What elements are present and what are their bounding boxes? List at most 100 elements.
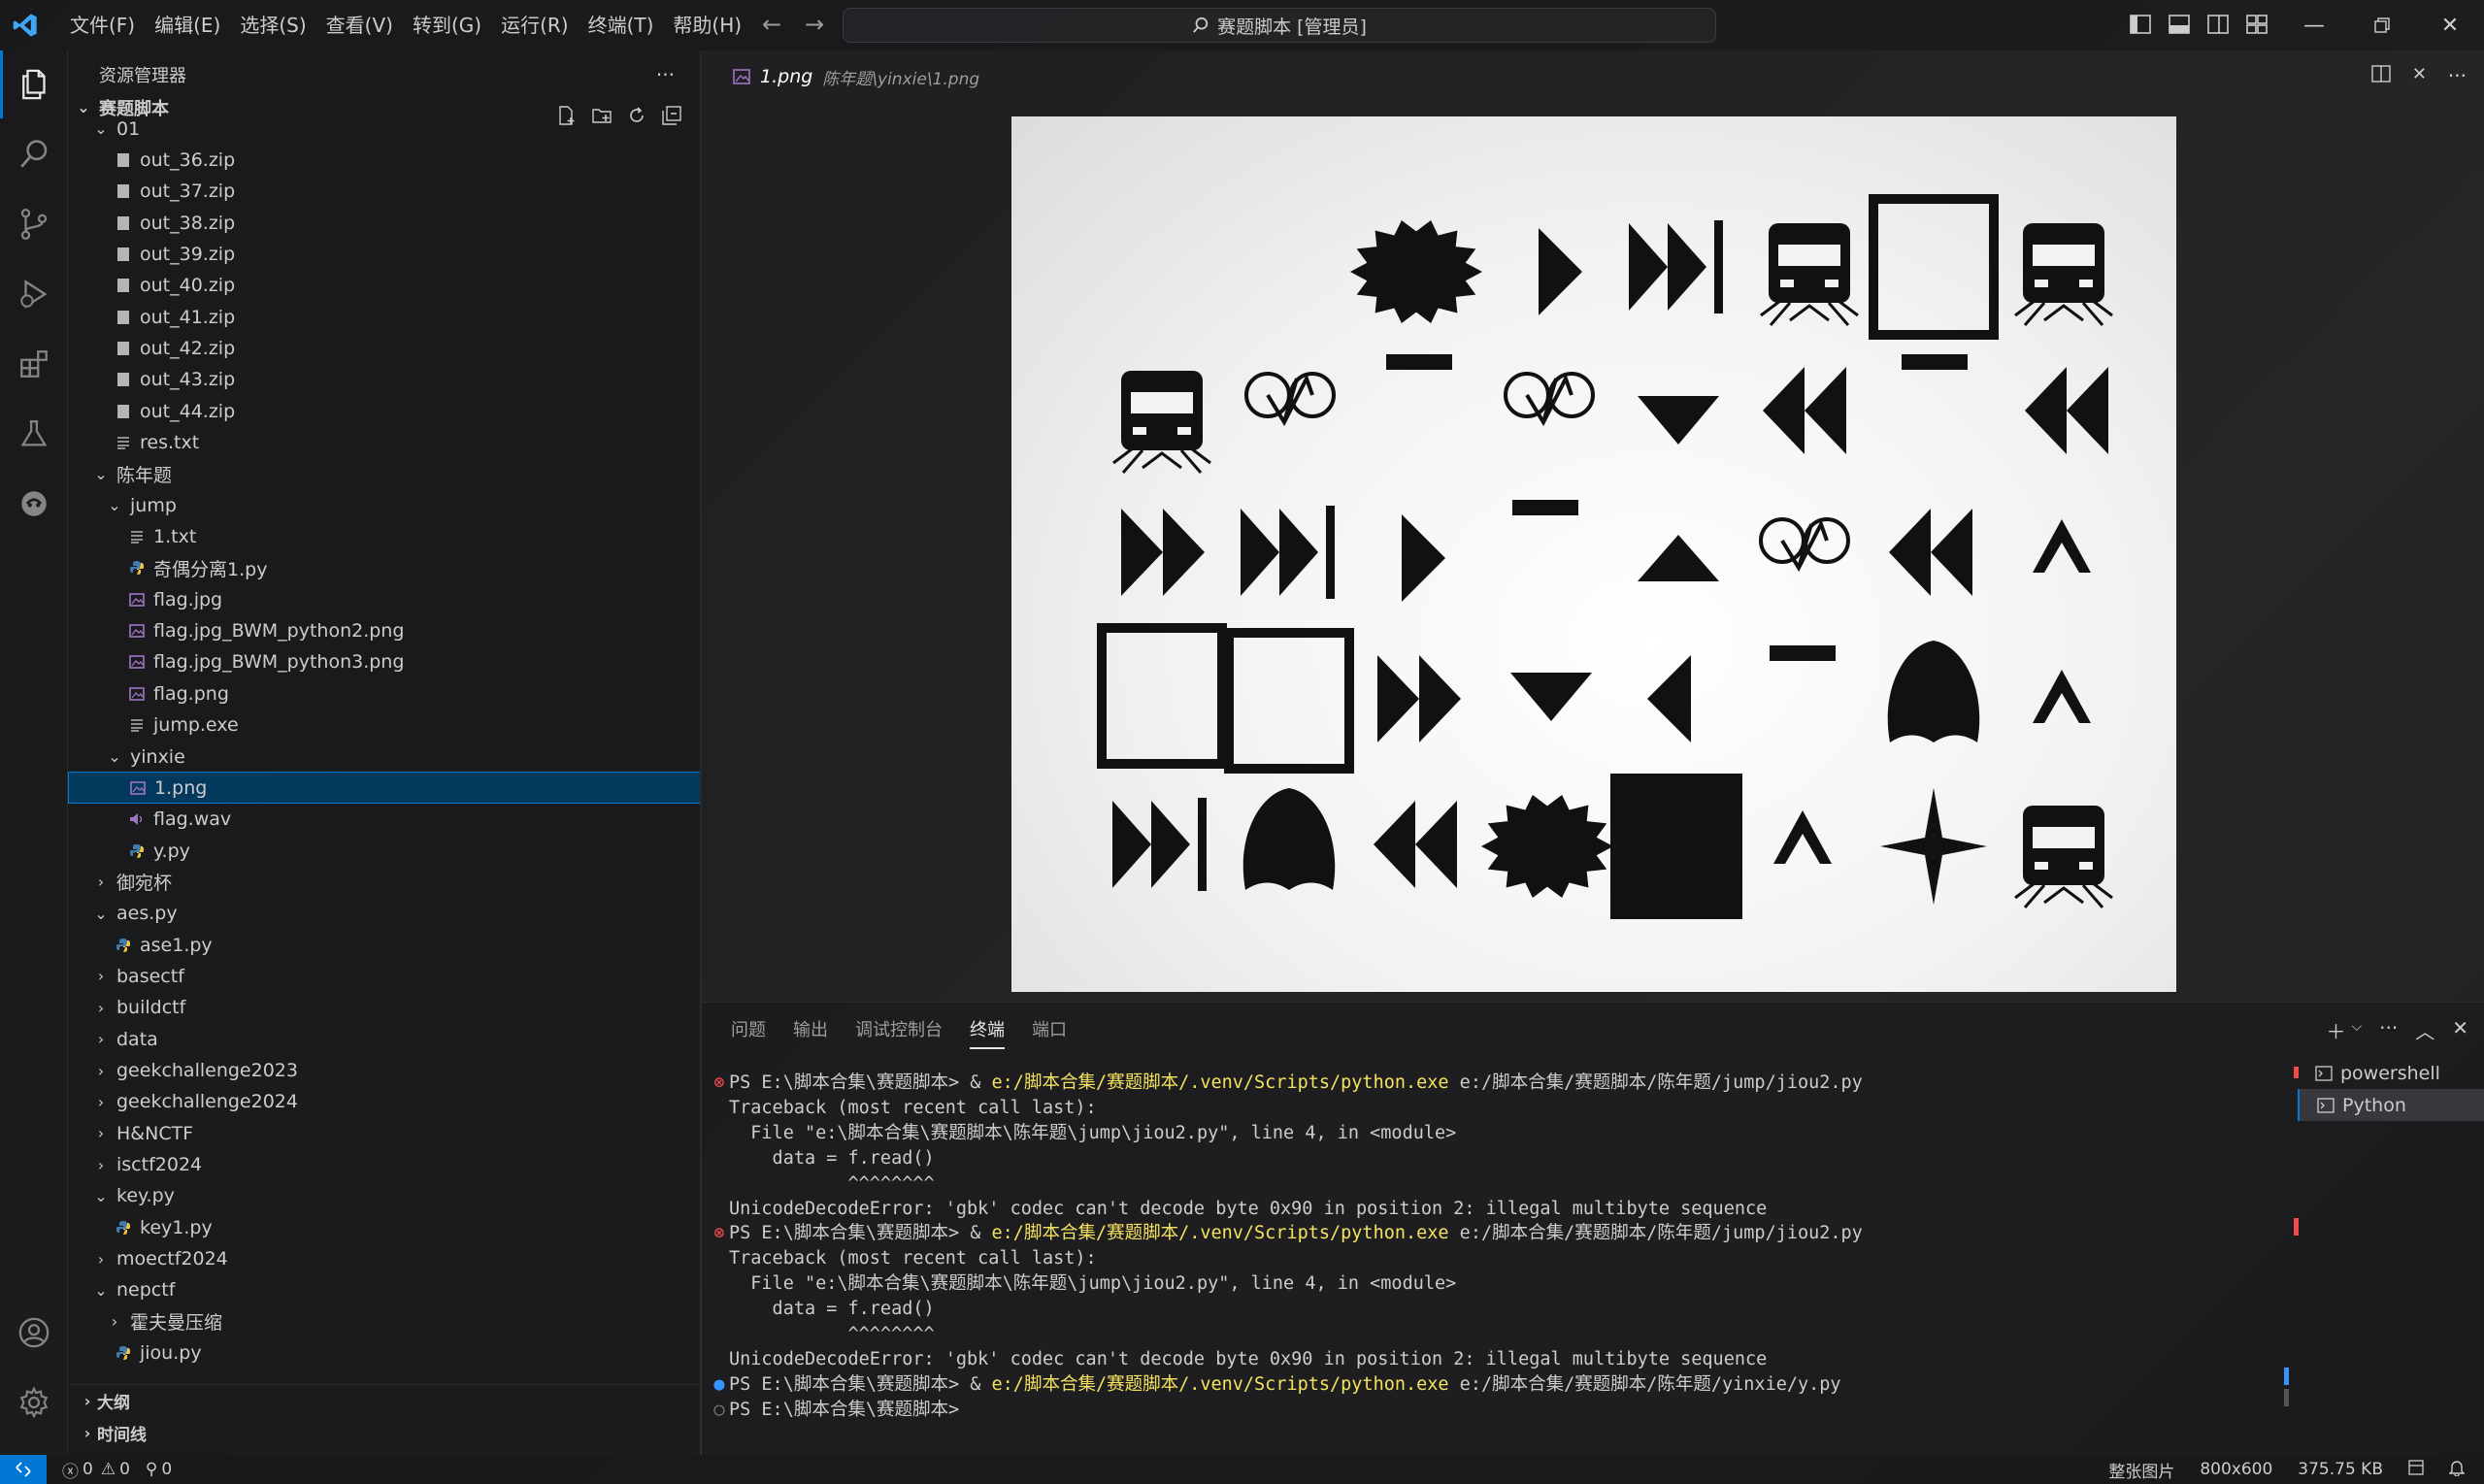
testing-icon[interactable] — [0, 400, 68, 468]
tree-file[interactable]: y.py — [68, 835, 700, 867]
refresh-icon[interactable] — [626, 105, 647, 126]
new-terminal-icon[interactable]: ＋ — [2327, 1016, 2346, 1044]
back-arrow-icon[interactable]: ← — [757, 10, 786, 39]
tree-file[interactable]: 1.txt — [68, 521, 700, 553]
tree-folder[interactable]: ⌄ nepctf — [68, 1274, 700, 1306]
tree-file[interactable]: ase1.py — [68, 929, 700, 961]
maximize-panel-icon[interactable]: ︿ — [2415, 1016, 2434, 1044]
remote-indicator-icon[interactable] — [0, 1455, 47, 1484]
toggle-primary-sidebar-icon[interactable] — [2126, 10, 2155, 39]
accounts-icon[interactable] — [0, 1299, 68, 1367]
tree-folder[interactable]: › geekchallenge2023 — [68, 1055, 700, 1087]
zoom-mode[interactable]: 整张图片 — [2108, 1458, 2174, 1482]
layout-icon[interactable] — [2408, 1459, 2424, 1480]
problems-indicator[interactable]: ⓧ 0 ⚠ 0 — [62, 1458, 130, 1482]
vscode-logo-icon[interactable] — [0, 0, 50, 50]
minimize-icon[interactable]: — — [2280, 0, 2348, 50]
collapse-all-icon[interactable] — [661, 105, 682, 126]
tree-file[interactable]: 奇偶分离1.py — [68, 552, 700, 584]
tree-file[interactable]: flag.jpg — [68, 583, 700, 615]
tree-folder[interactable]: › geekchallenge2024 — [68, 1086, 700, 1118]
menu-item[interactable]: 终端(T) — [579, 0, 664, 50]
tree-file[interactable]: out_38.zip — [68, 207, 700, 239]
remote-explorer-icon[interactable] — [0, 470, 68, 538]
chevron-down-icon[interactable]: ⌵ — [2352, 1016, 2363, 1044]
tree-folder[interactable]: › 御宛杯 — [68, 866, 700, 898]
close-panel-icon[interactable]: ✕ — [2452, 1016, 2468, 1044]
tree-file[interactable]: flag.jpg_BWM_python2.png — [68, 615, 700, 647]
menu-item[interactable]: 文件(F) — [60, 0, 145, 50]
tree-file[interactable]: out_42.zip — [68, 332, 700, 364]
panel-tab[interactable]: 问题 — [731, 1016, 766, 1049]
tree-file[interactable]: out_40.zip — [68, 270, 700, 302]
tree-file[interactable]: key1.py — [68, 1211, 700, 1243]
menu-item[interactable]: 选择(S) — [230, 0, 315, 50]
tree-file[interactable]: out_39.zip — [68, 238, 700, 270]
tree-file[interactable]: res.txt — [68, 427, 700, 459]
tree-folder[interactable]: ⌄ aes.py — [68, 898, 700, 930]
restore-icon[interactable] — [2348, 0, 2416, 50]
tree-folder[interactable]: ⌄ yinxie — [68, 741, 700, 773]
tree-file[interactable]: jump.exe — [68, 709, 700, 742]
tree-file[interactable]: out_41.zip — [68, 301, 700, 333]
tree-file[interactable]: out_44.zip — [68, 395, 700, 427]
tree-file[interactable]: out_43.zip — [68, 364, 700, 396]
toggle-panel-icon[interactable] — [2165, 10, 2194, 39]
panel-tab[interactable]: 调试控制台 — [855, 1016, 943, 1049]
menu-item[interactable]: 转到(G) — [403, 0, 491, 50]
error-dot-icon[interactable]: ⊗ — [710, 1221, 729, 1246]
forward-arrow-icon[interactable]: → — [800, 10, 829, 39]
tree-folder[interactable]: › 霍夫曼压缩 — [68, 1305, 700, 1337]
tree-folder[interactable]: › basectf — [68, 960, 700, 992]
command-center-search[interactable]: 赛题脚本 [管理员] — [843, 8, 1716, 43]
tree-folder[interactable]: › moectf2024 — [68, 1243, 700, 1275]
customize-layout-icon[interactable] — [2242, 10, 2271, 39]
new-file-icon[interactable] — [556, 105, 578, 126]
menu-item[interactable]: 查看(V) — [316, 0, 403, 50]
tree-file[interactable]: jiou.py — [68, 1337, 700, 1369]
editor-tab-1png[interactable]: 1.png 陈年题\yinxie\1.png — [702, 65, 979, 89]
panel-tab[interactable]: 终端 — [970, 1016, 1005, 1049]
extensions-icon[interactable] — [0, 330, 68, 398]
new-folder-icon[interactable] — [591, 105, 613, 126]
close-window-icon[interactable]: ✕ — [2416, 0, 2484, 50]
menu-item[interactable]: 帮助(H) — [663, 0, 751, 50]
files-icon[interactable] — [0, 50, 68, 118]
tree-folder[interactable]: ⌄ 陈年题 — [68, 458, 700, 490]
tree-folder[interactable]: ⌄ key.py — [68, 1180, 700, 1212]
error-dot-icon[interactable]: ⊗ — [710, 1071, 729, 1096]
source-control-icon[interactable] — [0, 190, 68, 258]
tree-folder[interactable]: › isctf2024 — [68, 1149, 700, 1181]
run-debug-icon[interactable] — [0, 260, 68, 328]
terminal-instance[interactable]: powershell — [2298, 1057, 2484, 1089]
tree-folder[interactable]: › buildctf — [68, 992, 700, 1024]
outline-section[interactable]: › 大纲 — [68, 1385, 700, 1417]
toggle-secondary-sidebar-icon[interactable] — [2203, 10, 2233, 39]
info-dot-icon[interactable]: ● — [710, 1372, 729, 1398]
close-tab-icon[interactable]: ✕ — [2412, 64, 2427, 88]
tree-file[interactable]: flag.png — [68, 677, 700, 709]
more-actions-icon[interactable]: ··· — [656, 63, 675, 86]
notifications-bell-icon[interactable] — [2448, 1459, 2466, 1481]
settings-gear-icon[interactable] — [0, 1369, 68, 1436]
timeline-section[interactable]: › 时间线 — [68, 1417, 700, 1449]
tree-file[interactable]: flag.jpg_BWM_python3.png — [68, 646, 700, 678]
search-icon[interactable] — [0, 120, 68, 188]
menu-item[interactable]: 编辑(E) — [145, 0, 230, 50]
tree-file[interactable]: 1.png — [68, 772, 700, 805]
more-actions-icon[interactable]: ··· — [2379, 1016, 2398, 1044]
terminal-instance[interactable]: Python — [2298, 1089, 2484, 1121]
split-editor-icon[interactable] — [2371, 64, 2391, 88]
tree-file[interactable]: flag.wav — [68, 804, 700, 836]
tree-folder[interactable]: ⌄ jump — [68, 489, 700, 521]
more-actions-icon[interactable]: ··· — [2448, 64, 2467, 88]
terminal-output[interactable]: ⊗ PS E:\脚本合集\赛题脚本> & e:/脚本合集/赛题脚本/.venv/S… — [710, 1071, 2185, 1449]
panel-tab[interactable]: 输出 — [793, 1016, 828, 1049]
panel-tab[interactable]: 端口 — [1032, 1016, 1067, 1049]
tree-file[interactable]: out_37.zip — [68, 176, 700, 208]
menu-item[interactable]: 运行(R) — [491, 0, 579, 50]
tree-folder[interactable]: › data — [68, 1023, 700, 1055]
tree-file[interactable]: out_36.zip — [68, 144, 700, 176]
tree-folder[interactable]: › H&NCTF — [68, 1117, 700, 1149]
scrollbar-thumb[interactable] — [2284, 1389, 2289, 1406]
